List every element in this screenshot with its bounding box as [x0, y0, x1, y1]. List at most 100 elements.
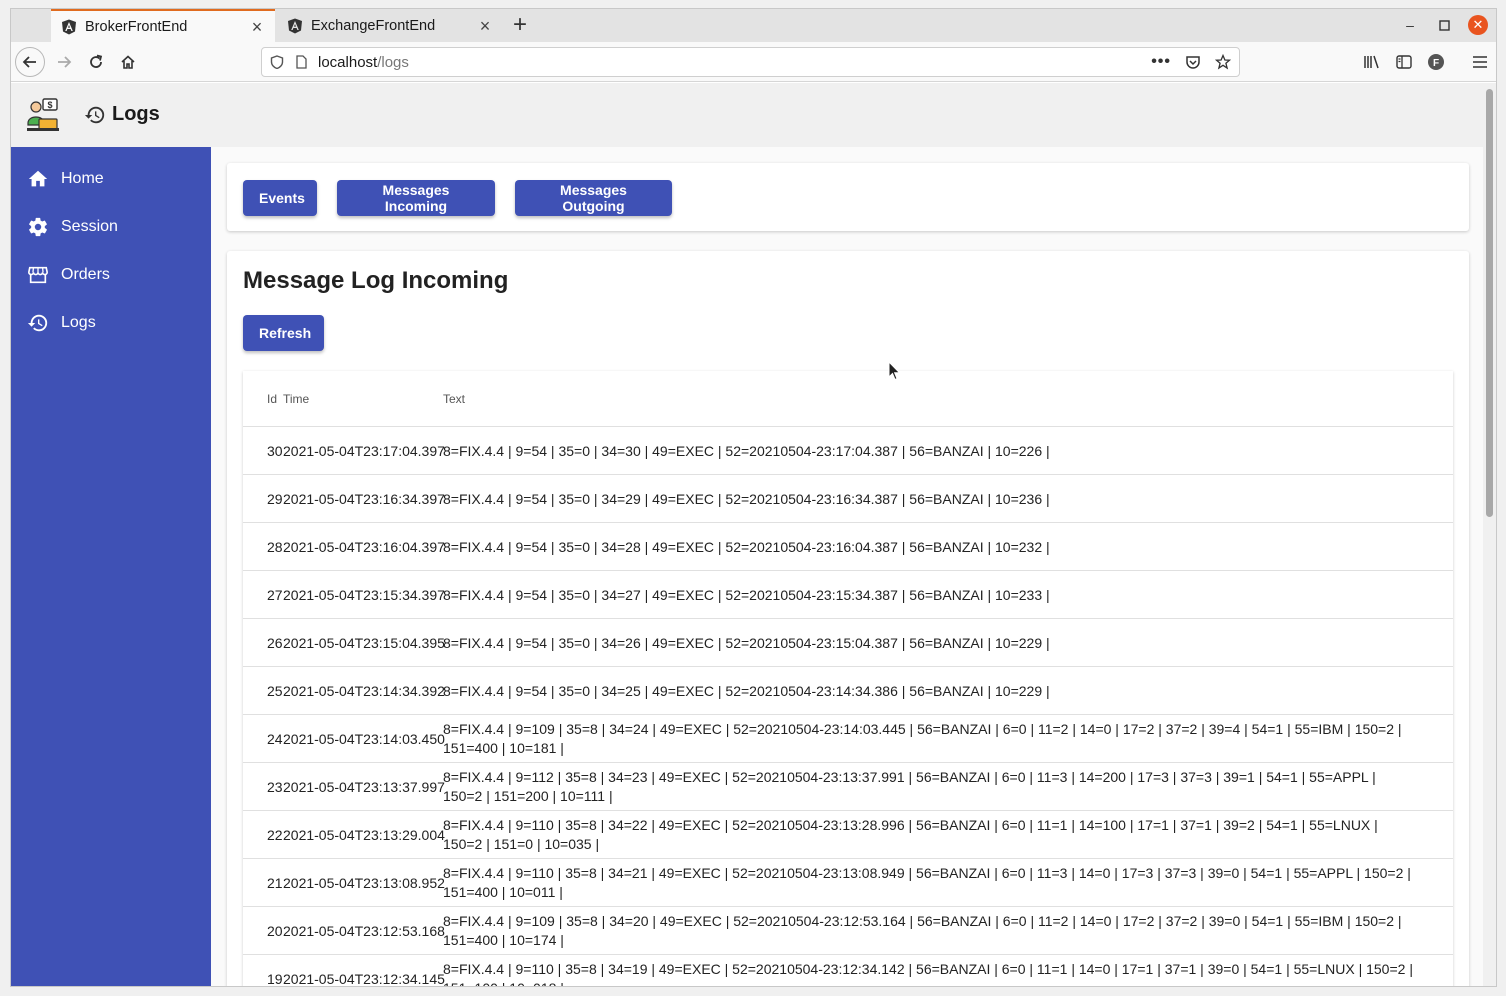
app-root: $ Logs Home Session Orders Logs Events M… [11, 83, 1485, 987]
messages-incoming-button[interactable]: Messages Incoming [337, 180, 495, 216]
table-row: 24 2021-05-04T23:14:03.450 8=FIX.4.4 | 9=1… [243, 715, 1453, 763]
pocket-icon[interactable] [1185, 54, 1201, 70]
table-row: 29 2021-05-04T23:16:34.397 8=FIX.4.4 | 9=5… [243, 475, 1453, 523]
table-row: 30 2021-05-04T23:17:04.397 8=FIX.4.4 | 9=5… [243, 427, 1453, 475]
navigation-bar: localhost/logs ••• F [11, 42, 1496, 82]
column-header-text[interactable]: Text [443, 392, 465, 406]
cell-text: 8=FIX.4.4 | 9=109 | 35=8 | 34=20 | 49=EX… [443, 913, 1402, 948]
arrow-right-icon [58, 56, 72, 68]
sidebar-item-label: Session [61, 218, 118, 235]
reload-button[interactable] [81, 47, 111, 77]
shield-icon[interactable] [270, 55, 284, 69]
table-row: 19 2021-05-04T23:12:34.145 8=FIX.4.4 | 9=1… [243, 955, 1453, 987]
table-row: 26 2021-05-04T23:15:04.395 8=FIX.4.4 | 9=5… [243, 619, 1453, 667]
forward-button[interactable] [49, 47, 79, 77]
cell-id: 19 [267, 971, 283, 987]
messages-outgoing-button[interactable]: Messages Outgoing [515, 180, 672, 216]
arrow-left-icon [22, 56, 36, 68]
table-row: 25 2021-05-04T23:14:34.392 8=FIX.4.4 | 9=5… [243, 667, 1453, 715]
table-row: 21 2021-05-04T23:13:08.952 8=FIX.4.4 | 9=1… [243, 859, 1453, 907]
cell-text: 8=FIX.4.4 | 9=110 | 35=8 | 34=21 | 49=EX… [443, 865, 1411, 900]
cell-id: 22 [267, 827, 283, 843]
svg-text:F: F [1433, 58, 1439, 69]
back-button[interactable] [15, 47, 45, 77]
app-header: $ Logs [11, 83, 1485, 147]
broker-logo-icon: $ [27, 98, 59, 131]
new-tab-button[interactable]: + [507, 13, 533, 39]
angular-icon [288, 18, 302, 33]
window-controls: – ✕ [1400, 15, 1488, 35]
cell-time: 2021-05-04T23:13:37.997 [283, 779, 445, 795]
cell-text: 8=FIX.4.4 | 9=54 | 35=0 | 34=29 | 49=EXE… [443, 490, 1050, 507]
table-row: 23 2021-05-04T23:13:37.997 8=FIX.4.4 | 9=1… [243, 763, 1453, 811]
svg-text:$: $ [47, 100, 52, 110]
table-row: 27 2021-05-04T23:15:34.397 8=FIX.4.4 | 9=5… [243, 571, 1453, 619]
home-icon [121, 55, 135, 69]
menu-icon[interactable] [1470, 52, 1490, 72]
star-icon[interactable] [1215, 54, 1231, 70]
table-header: Id Time Text [243, 371, 1453, 427]
store-icon [28, 266, 48, 284]
cell-id: 21 [267, 875, 283, 891]
cell-id: 30 [267, 443, 283, 459]
column-header-id[interactable]: Id [267, 392, 277, 406]
close-tab-icon[interactable]: × [249, 18, 265, 36]
cell-id: 24 [267, 731, 283, 747]
cell-time: 2021-05-04T23:15:04.395 [283, 635, 445, 651]
home-button[interactable] [113, 47, 143, 77]
cell-id: 28 [267, 539, 283, 555]
reload-icon [90, 54, 103, 68]
more-actions-icon[interactable]: ••• [1151, 53, 1171, 71]
minimize-icon[interactable]: – [1400, 15, 1420, 35]
sidebar-toggle-icon[interactable] [1394, 52, 1414, 72]
close-window-icon[interactable]: ✕ [1468, 15, 1488, 35]
main-content: Events Messages Incoming Messages Outgoi… [211, 147, 1485, 987]
log-type-card: Events Messages Incoming Messages Outgoi… [227, 163, 1469, 231]
history-icon [84, 106, 105, 123]
gear-icon [29, 217, 47, 237]
sidebar-item-home[interactable]: Home [11, 155, 211, 203]
cell-id: 20 [267, 923, 283, 939]
tab-brokerfrontend[interactable]: BrokerFrontEnd × [51, 9, 275, 42]
account-icon[interactable]: F [1426, 52, 1446, 72]
library-icon[interactable] [1362, 52, 1382, 72]
tab-title: ExchangeFrontEnd [311, 17, 436, 34]
tab-title: BrokerFrontEnd [85, 18, 188, 35]
close-tab-icon[interactable]: × [477, 17, 493, 35]
sidebar-item-session[interactable]: Session [11, 203, 211, 251]
column-header-time[interactable]: Time [283, 392, 309, 406]
cell-text: 8=FIX.4.4 | 9=54 | 35=0 | 34=27 | 49=EXE… [443, 586, 1050, 603]
tab-exchangefrontend[interactable]: ExchangeFrontEnd × [277, 9, 503, 42]
page-icon [296, 55, 307, 69]
cell-time: 2021-05-04T23:12:53.168 [283, 923, 445, 939]
page-title-text: Logs [112, 103, 160, 125]
url-bar[interactable]: localhost/logs ••• [261, 47, 1240, 77]
page-scrollbar[interactable] [1483, 83, 1496, 986]
cell-id: 25 [267, 683, 283, 699]
url-actions: ••• [1151, 53, 1231, 71]
table-body: 30 2021-05-04T23:17:04.397 8=FIX.4.4 | 9=5… [243, 427, 1453, 987]
cell-time: 2021-05-04T23:14:34.392 [283, 683, 445, 699]
cell-text: 8=FIX.4.4 | 9=110 | 35=8 | 34=22 | 49=EX… [443, 817, 1378, 852]
browser-window: BrokerFrontEnd × ExchangeFrontEnd × + – … [10, 8, 1497, 987]
events-button[interactable]: Events [243, 180, 317, 216]
cell-text: 8=FIX.4.4 | 9=54 | 35=0 | 34=28 | 49=EXE… [443, 538, 1050, 555]
cell-text: 8=FIX.4.4 | 9=54 | 35=0 | 34=26 | 49=EXE… [443, 634, 1050, 651]
cell-time: 2021-05-04T23:17:04.397 [283, 443, 445, 459]
toolbar-right: F [1362, 47, 1490, 77]
cell-time: 2021-05-04T23:13:29.004 [283, 827, 445, 843]
refresh-button[interactable]: Refresh [243, 315, 324, 351]
maximize-icon[interactable] [1434, 15, 1454, 35]
cell-time: 2021-05-04T23:16:34.397 [283, 491, 445, 507]
angular-icon [62, 19, 76, 34]
sidebar-item-logs[interactable]: Logs [11, 299, 211, 347]
card-title: Message Log Incoming [243, 267, 509, 294]
scrollbar-thumb[interactable] [1486, 89, 1493, 517]
url-path: /logs [377, 53, 409, 71]
sidebar-item-orders[interactable]: Orders [11, 251, 211, 299]
message-log-table: Id Time Text 30 2021-05-04T23:17:04.397 8=… [243, 371, 1453, 987]
cell-text: 8=FIX.4.4 | 9=109 | 35=8 | 34=24 | 49=EX… [443, 721, 1402, 756]
sidebar-item-label: Orders [61, 266, 110, 283]
home-icon [28, 170, 48, 187]
cell-id: 27 [267, 587, 283, 603]
